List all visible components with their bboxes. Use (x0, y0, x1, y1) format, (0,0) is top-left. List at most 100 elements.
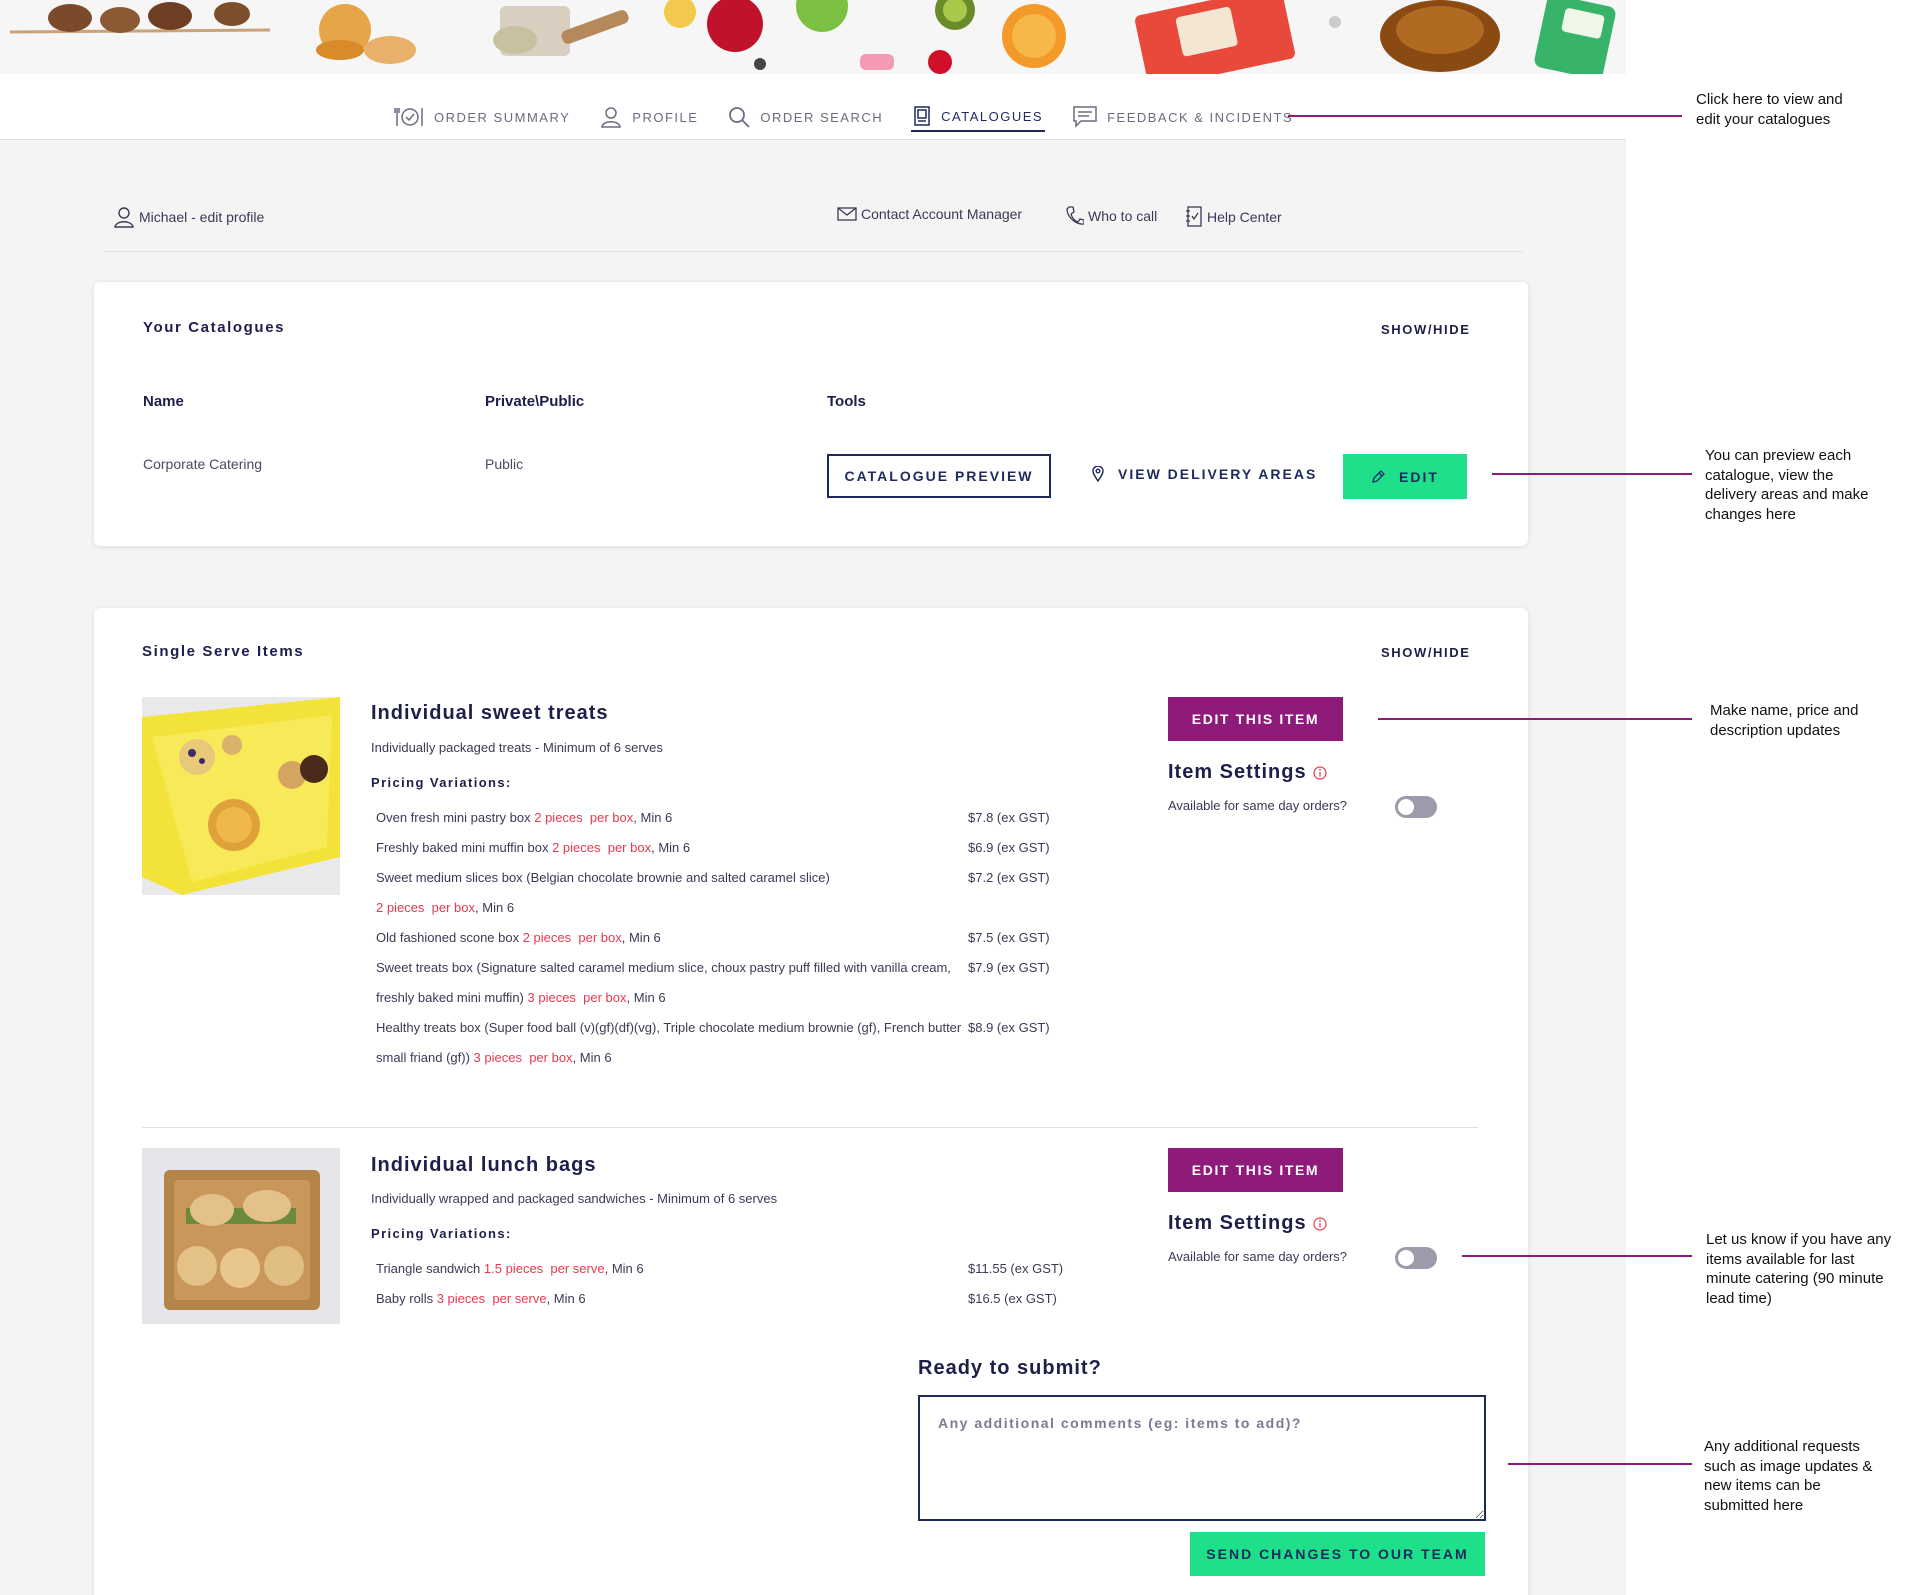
help-center-label: Help Center (1207, 209, 1282, 225)
edit-profile-link[interactable]: Michael - edit profile (113, 206, 264, 228)
info-icon[interactable] (1312, 765, 1327, 780)
edit-item-button[interactable]: EDIT THIS ITEM (1168, 1148, 1343, 1192)
pricing-variations-label: Pricing Variations: (371, 1226, 512, 1241)
item-divider (142, 1127, 1478, 1128)
pricing-variation-row: Triangle sandwich 1.5 pieces per serve, … (376, 1254, 1076, 1284)
nav-profile[interactable]: PROFILE (598, 102, 700, 132)
nav-label: CATALOGUES (941, 108, 1044, 124)
pricing-variation-row: Baby rolls 3 pieces per serve, Min 6 $16… (376, 1284, 1076, 1314)
pricing-variation-row: Healthy treats box (Super food ball (v)(… (376, 1013, 1076, 1073)
who-to-call-label: Who to call (1088, 208, 1158, 224)
item-settings-title: Item Settings (1168, 1212, 1327, 1235)
item-description: Individually wrapped and packaged sandwi… (371, 1191, 778, 1206)
envelope-icon (837, 206, 857, 222)
ready-to-submit-title: Ready to submit? (918, 1357, 1102, 1379)
same-day-label: Available for same day orders? (1168, 798, 1347, 813)
edit-item-button[interactable]: EDIT THIS ITEM (1168, 697, 1343, 741)
catalogue-icon (913, 106, 931, 126)
column-header-tools: Tools (827, 393, 866, 410)
contact-account-manager-link[interactable]: Contact Account Manager (837, 206, 1022, 222)
dining-icon (394, 106, 424, 128)
map-pin-icon (1092, 466, 1104, 482)
additional-comments-textarea[interactable] (918, 1395, 1486, 1521)
send-changes-button[interactable]: SEND CHANGES TO OUR TEAM (1190, 1532, 1485, 1576)
nav-label: PROFILE (632, 109, 699, 125)
nav-order-search[interactable]: ORDER SEARCH (726, 102, 885, 132)
main-nav: ORDER SUMMARY PROFILE ORDER SEARCH CATAL… (0, 74, 1626, 140)
edit-profile-label: Michael - edit profile (139, 209, 265, 225)
same-day-toggle[interactable] (1395, 796, 1437, 818)
pricing-variation-row: Old fashioned scone box 2 pieces per box… (376, 923, 1076, 953)
pencil-icon (1371, 469, 1385, 484)
pricing-variation-row: Sweet medium slices box (Belgian chocola… (376, 863, 1076, 923)
annotation-submit: Any additional requests such as image up… (1704, 1438, 1873, 1514)
item-image-lunch-bags (142, 1148, 340, 1324)
catalogues-card-title: Your Catalogues (143, 319, 286, 336)
catalogues-card: Your Catalogues SHOW/HIDE Name Private\P… (94, 282, 1528, 546)
variation-price: $7.9 (ex GST) (968, 960, 1050, 975)
column-header-name: Name (143, 393, 184, 410)
app-window: ORDER SUMMARY PROFILE ORDER SEARCH CATAL… (0, 0, 1626, 1595)
search-icon (728, 106, 751, 128)
help-book-icon (1185, 206, 1203, 228)
annotation-connector (1508, 1463, 1692, 1465)
nav-feedback-incidents[interactable]: FEEDBACK & INCIDENTS (1071, 102, 1295, 132)
variation-price: $6.9 (ex GST) (968, 840, 1050, 855)
nav-label: ORDER SEARCH (760, 109, 884, 125)
annotation-connector (1288, 115, 1682, 117)
annotation-connector (1378, 718, 1692, 720)
utility-bar: Michael - edit profile Contact Account M… (103, 206, 1523, 252)
items-show-hide-toggle[interactable]: SHOW/HIDE (1381, 645, 1471, 660)
edit-label: EDIT (1399, 468, 1439, 485)
item-description: Individually packaged treats - Minimum o… (371, 740, 663, 755)
edit-catalogue-button[interactable]: EDIT (1343, 454, 1467, 499)
phone-icon (1066, 206, 1084, 226)
variation-price: $7.5 (ex GST) (968, 930, 1050, 945)
catalogue-visibility: Public (485, 456, 524, 472)
item-title: Individual sweet treats (371, 702, 609, 724)
annotation-catalogue-tools: You can preview each catalogue, view the… (1705, 447, 1869, 523)
nav-label: ORDER SUMMARY (434, 109, 571, 125)
user-icon (600, 106, 622, 128)
pricing-variation-row: Freshly baked mini muffin box 2 pieces p… (376, 833, 1076, 863)
info-icon[interactable] (1312, 1216, 1327, 1231)
variation-price: $16.5 (ex GST) (968, 1291, 1057, 1306)
chat-icon (1073, 106, 1097, 128)
column-header-visibility: Private\Public (485, 393, 585, 410)
nav-order-summary[interactable]: ORDER SUMMARY (392, 102, 572, 132)
user-icon (113, 206, 135, 228)
items-card-title: Single Serve Items (142, 643, 305, 660)
catalogue-preview-button[interactable]: CATALOGUE PREVIEW (827, 454, 1051, 498)
annotation-catalogues-nav: Click here to view and edit your catalog… (1696, 91, 1843, 128)
single-serve-items-card: Single Serve Items SHOW/HIDE Individual … (94, 608, 1528, 1595)
pricing-variations-list: Triangle sandwich 1.5 pieces per serve, … (376, 1254, 1076, 1324)
annotation-connector (1492, 473, 1692, 475)
food-banner-image (0, 0, 1626, 74)
annotation-connector (1462, 1255, 1692, 1257)
nav-catalogues[interactable]: CATALOGUES (911, 102, 1046, 132)
catalogue-name: Corporate Catering (143, 456, 263, 472)
pricing-variation-row: Oven fresh mini pastry box 2 pieces per … (376, 803, 1076, 833)
pricing-variations-label: Pricing Variations: (371, 775, 512, 790)
hero-banner (0, 0, 1626, 74)
contact-label: Contact Account Manager (861, 206, 1023, 222)
annotation-same-day: Let us know if you have any items availa… (1706, 1231, 1892, 1307)
same-day-toggle[interactable] (1395, 1247, 1437, 1269)
variation-price: $7.2 (ex GST) (968, 870, 1050, 885)
variation-price: $7.8 (ex GST) (968, 810, 1050, 825)
catalogues-show-hide-toggle[interactable]: SHOW/HIDE (1381, 322, 1471, 337)
item-settings-title: Item Settings (1168, 761, 1327, 784)
who-to-call-link[interactable]: Who to call (1066, 206, 1157, 226)
same-day-label: Available for same day orders? (1168, 1249, 1347, 1264)
view-delivery-areas-label: VIEW DELIVERY AREAS (1118, 466, 1318, 482)
view-delivery-areas-button[interactable]: VIEW DELIVERY AREAS (1092, 466, 1317, 482)
pricing-variation-row: Sweet treats box (Signature salted caram… (376, 953, 1076, 1013)
pricing-variation-row-truncated (376, 1314, 1076, 1324)
nav-label: FEEDBACK & INCIDENTS (1107, 109, 1294, 125)
item-image-sweet-treats (142, 697, 340, 895)
variation-price: $11.55 (ex GST) (968, 1261, 1064, 1276)
item-title: Individual lunch bags (371, 1154, 597, 1176)
annotation-edit-item: Make name, price and description updates (1710, 702, 1859, 739)
help-center-link[interactable]: Help Center (1185, 206, 1282, 228)
pricing-variations-list: Oven fresh mini pastry box 2 pieces per … (376, 803, 1076, 1073)
